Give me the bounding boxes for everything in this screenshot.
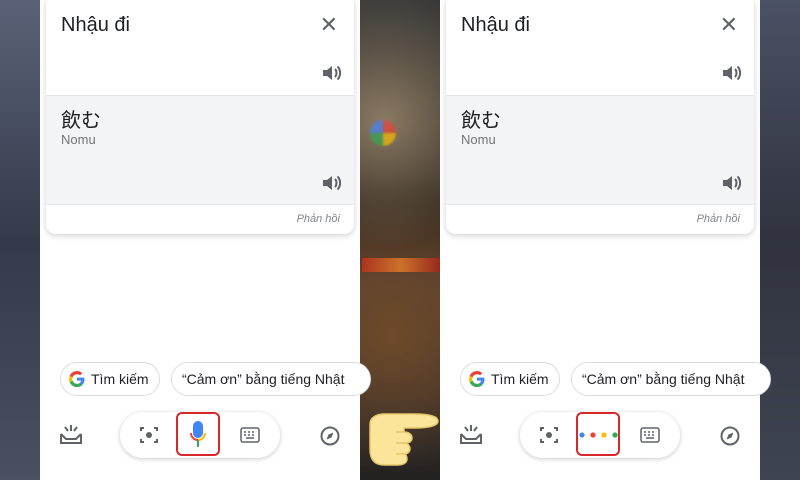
source-panel: Nhậu đi ✕ — [446, 0, 754, 94]
mic-icon[interactable] — [190, 421, 206, 449]
speaker-icon[interactable] — [722, 174, 742, 192]
search-chip-label: Tìm kiếm — [491, 371, 549, 387]
lens-icon[interactable] — [140, 426, 158, 444]
romanization: Nomu — [61, 132, 96, 147]
translation-card: Nhậu đi ✕ 飲む Nomu Phản hồi — [46, 0, 354, 234]
background-right — [760, 0, 800, 480]
feedback-link[interactable]: Phản hồi — [697, 213, 740, 225]
background-left — [0, 0, 40, 480]
blurred-stripe — [362, 258, 440, 272]
compass-icon[interactable] — [720, 426, 740, 446]
translation-card: Nhậu đi ✕ 飲む Nomu Phản hồi — [446, 0, 754, 234]
phone-screen-left: Nhậu đi ✕ 飲む Nomu Phản hồi Tìm kiếm “Cảm… — [40, 0, 371, 480]
feedback-row: Phản hồi — [446, 204, 754, 234]
close-icon[interactable]: ✕ — [720, 14, 738, 36]
romanization: Nomu — [461, 132, 496, 147]
target-panel: 飲む Nomu — [46, 95, 354, 205]
google-g-icon — [469, 371, 485, 387]
compass-icon[interactable] — [320, 426, 340, 446]
updates-icon[interactable] — [58, 424, 84, 446]
speaker-icon[interactable] — [322, 174, 342, 192]
lens-icon[interactable] — [540, 426, 558, 444]
suggestion-chip-label: “Cảm ơn” bằng tiếng Nhật — [582, 371, 745, 387]
blurred-logo — [370, 120, 396, 146]
speaker-icon[interactable] — [722, 64, 742, 82]
source-text[interactable]: Nhậu đi — [461, 14, 530, 37]
search-chip-label: Tìm kiếm — [91, 371, 149, 387]
search-chip[interactable]: Tìm kiếm — [60, 362, 160, 396]
target-text: 飲む — [461, 110, 501, 132]
updates-icon[interactable] — [458, 424, 484, 446]
input-toolbar — [120, 412, 280, 458]
close-icon[interactable]: ✕ — [320, 14, 338, 36]
target-panel: 飲む Nomu — [446, 95, 754, 205]
listening-dots-icon[interactable] — [578, 431, 618, 439]
keyboard-icon[interactable] — [240, 427, 260, 443]
suggestion-chip[interactable]: “Cảm ơn” bằng tiếng Nhật — [571, 362, 771, 396]
phone-screen-right: Nhậu đi ✕ 飲む Nomu Phản hồi Tìm kiếm “Cảm… — [440, 0, 771, 480]
source-panel: Nhậu đi ✕ — [46, 0, 354, 94]
google-g-icon — [69, 371, 85, 387]
target-text: 飲む — [61, 110, 101, 132]
keyboard-icon[interactable] — [640, 427, 660, 443]
speaker-icon[interactable] — [322, 64, 342, 82]
suggestion-chip-label: “Cảm ơn” bằng tiếng Nhật — [182, 371, 345, 387]
input-toolbar — [520, 412, 680, 458]
pointing-hand-icon — [369, 413, 439, 466]
feedback-row: Phản hồi — [46, 204, 354, 234]
source-text[interactable]: Nhậu đi — [61, 14, 130, 37]
feedback-link[interactable]: Phản hồi — [297, 213, 340, 225]
search-chip[interactable]: Tìm kiếm — [460, 362, 560, 396]
suggestion-chip[interactable]: “Cảm ơn” bằng tiếng Nhật — [171, 362, 371, 396]
